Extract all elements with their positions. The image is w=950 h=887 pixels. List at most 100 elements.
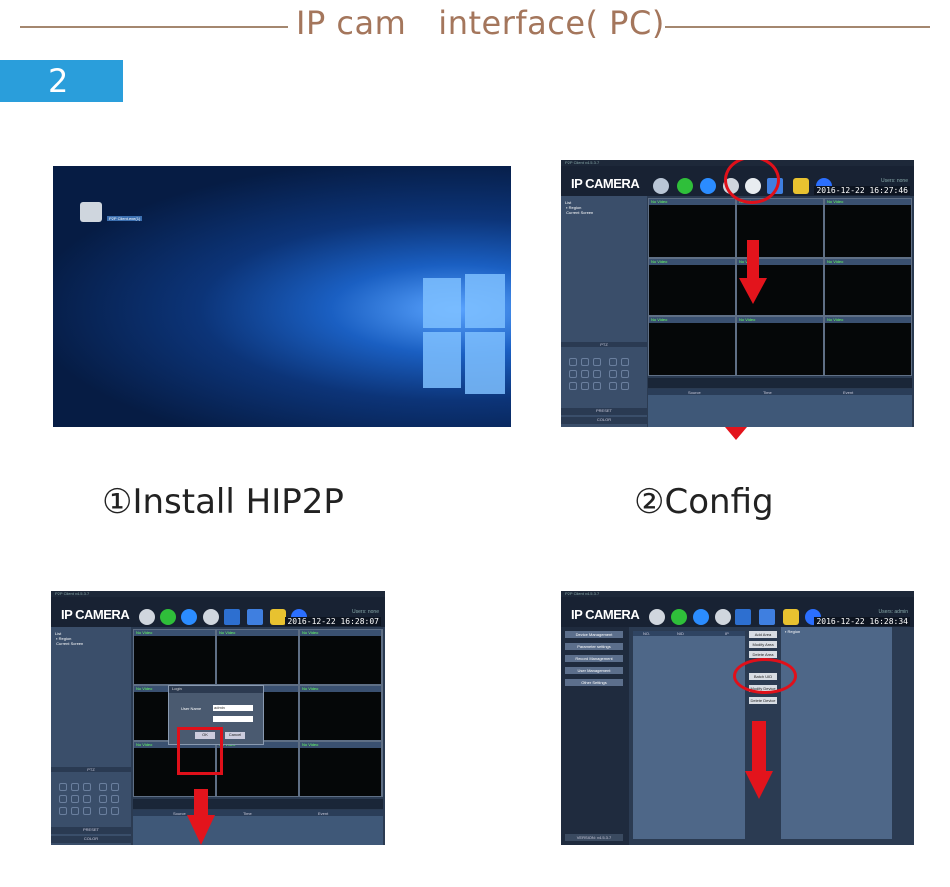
color-button[interactable]: COLOR (51, 836, 131, 843)
lock-icon[interactable] (270, 609, 286, 625)
add-device-icon[interactable] (671, 609, 687, 625)
client-settings-screenshot: P2P Client v4.5.3.7 IP CAMERA Users: adm… (561, 591, 914, 845)
down-arrow-head (739, 278, 767, 304)
windows-logo-pane (423, 278, 461, 328)
highlight-ring-batch-uid (733, 658, 797, 694)
windows-logo-pane (465, 332, 505, 394)
device-sidebar: List ▪ Region Current Screen PTZ PRESET … (51, 627, 131, 845)
clock-readout: 2016-12-22 16:28:07 (285, 617, 381, 626)
down-arrow-shaft (752, 721, 766, 773)
login-dialog-title: Login (169, 686, 263, 693)
video-cell[interactable]: No Video (300, 630, 381, 684)
video-cell[interactable]: No Video (300, 742, 381, 796)
video-cell[interactable]: No Video (217, 742, 298, 796)
page-title: IP cam interface( PC) (296, 4, 665, 42)
lock-icon[interactable] (793, 178, 809, 194)
video-cell[interactable]: No Video (825, 259, 911, 315)
app-toolbar: IP CAMERA Users: none 2016-12-22 16:28:0… (51, 597, 385, 627)
video-cell[interactable]: No Video (649, 199, 735, 257)
password-input[interactable] (213, 716, 253, 722)
preset-button[interactable]: PRESET (51, 827, 131, 834)
windows-logo-pane (423, 332, 461, 388)
delete-device-button[interactable]: Delete Device (749, 697, 777, 704)
client-main-screenshot: P2P Client v4.5.3.7 IP CAMERA Users: non… (561, 160, 914, 427)
video-cell[interactable]: No Video (300, 686, 381, 740)
user-name-input[interactable]: admin (213, 705, 253, 711)
users-label: Users: admin (878, 609, 908, 615)
down-arrow-shaft (747, 240, 759, 280)
video-cell[interactable]: No Video (134, 630, 215, 684)
ptz-label: PTZ (561, 342, 647, 347)
lock-icon[interactable] (783, 609, 799, 625)
header-rule-left (20, 26, 288, 28)
video-cell[interactable]: No Video (649, 259, 735, 315)
playback-control-bar[interactable] (133, 799, 383, 809)
device-table: NO. NID IP (633, 631, 745, 839)
settings-gear-icon[interactable] (735, 609, 751, 625)
caption-install: ①Install HIP2P (102, 482, 344, 522)
playback-icon[interactable] (181, 609, 197, 625)
menu-device-management[interactable]: Device Management (565, 631, 623, 638)
users-label: Users: none (352, 609, 379, 615)
camera-icon[interactable] (649, 609, 665, 625)
region-tree: ▪ Region (781, 627, 892, 839)
modify-area-button[interactable]: Modify Area (749, 641, 777, 648)
event-log-table: Source Time Event (133, 810, 383, 845)
video-cell[interactable]: No Video (825, 199, 911, 257)
add-device-icon[interactable] (160, 609, 176, 625)
desktop-screenshot: P2P Client.exe(1) (53, 166, 511, 427)
brand-logo: IP CAMERA (571, 607, 640, 622)
ptz-controls[interactable] (59, 783, 129, 819)
file-icon[interactable] (759, 609, 775, 625)
camera-icon[interactable] (653, 178, 669, 194)
settings-gear-icon[interactable] (224, 609, 240, 625)
color-button[interactable]: COLOR (561, 417, 647, 424)
device-tree[interactable]: List ▪ Region Current Screen (565, 200, 593, 215)
brand-logo: IP CAMERA (61, 607, 130, 622)
camera-icon[interactable] (139, 609, 155, 625)
users-label: Users: none (881, 178, 908, 184)
clock-readout: 2016-12-22 16:27:46 (814, 186, 910, 195)
cancel-button[interactable]: Cancel (225, 732, 245, 739)
menu-parameter-settings[interactable]: Parameter settings (565, 643, 623, 650)
playback-icon[interactable] (693, 609, 709, 625)
menu-record-management[interactable]: Record Management (565, 655, 623, 662)
video-cell[interactable]: No Video (737, 317, 823, 375)
menu-user-management[interactable]: User Management (565, 667, 623, 674)
down-arrow-head (745, 771, 773, 799)
windows-logo-pane (465, 274, 505, 328)
down-arrow-head (187, 815, 215, 845)
playback-control-bar[interactable] (648, 378, 912, 388)
connector-arrow (725, 427, 747, 440)
ptz-label: PTZ (51, 767, 131, 772)
device-sidebar: List ▪ Region Current Screen PTZ PRESET … (561, 196, 647, 427)
header-rule-right (665, 26, 930, 28)
ptz-icon[interactable] (203, 609, 219, 625)
video-grid: No Video No Video No Video No Video No V… (648, 198, 912, 376)
client-login-screenshot: P2P Client v4.5.3.7 IP CAMERA Users: non… (51, 591, 385, 845)
device-tree[interactable]: List ▪ Region Current Screen (55, 631, 83, 646)
playback-icon[interactable] (700, 178, 716, 194)
video-cell[interactable]: No Video (217, 630, 298, 684)
down-arrow-shaft (194, 789, 208, 817)
highlight-box-ok (177, 727, 223, 775)
p2p-client-icon-label: P2P Client.exe(1) (107, 216, 143, 221)
add-device-icon[interactable] (677, 178, 693, 194)
brand-logo: IP CAMERA (571, 176, 640, 191)
delete-area-button[interactable]: Delete Area (749, 651, 777, 658)
add-area-button[interactable]: Add Area (749, 631, 777, 638)
caption-config: ②Config (634, 482, 774, 522)
menu-other-settings[interactable]: Other Settings (565, 679, 623, 686)
user-name-label: User Name (181, 706, 202, 711)
video-cell[interactable]: No Video (649, 317, 735, 375)
ptz-controls[interactable] (569, 358, 639, 394)
clock-readout: 2016-12-22 16:28:34 (814, 617, 910, 626)
app-toolbar: IP CAMERA Users: admin 2016-12-22 16:28:… (561, 597, 914, 627)
p2p-client-app-icon[interactable] (80, 202, 102, 222)
ptz-icon[interactable] (715, 609, 731, 625)
settings-menu: Device Management Parameter settings Rec… (561, 627, 629, 845)
file-icon[interactable] (247, 609, 263, 625)
preset-button[interactable]: PRESET (561, 408, 647, 415)
event-log-table: Source Time Event (648, 389, 912, 427)
video-cell[interactable]: No Video (825, 317, 911, 375)
